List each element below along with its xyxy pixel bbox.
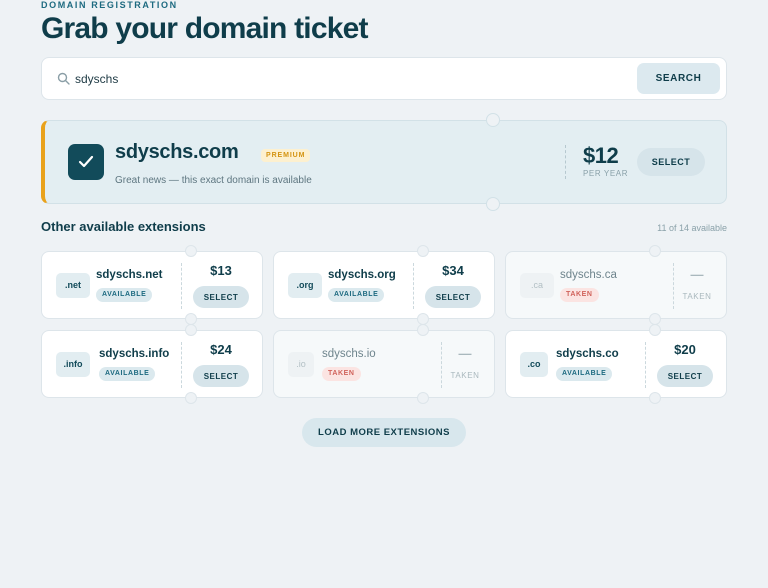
search-input[interactable] (75, 66, 595, 92)
premium-badge: PREMIUM (261, 149, 311, 162)
taken-label: TAKEN (450, 371, 480, 380)
extension-domain-name: sdyschs.net (96, 269, 163, 281)
tld-chip: .io (288, 352, 314, 377)
search-bar: SEARCH (41, 57, 727, 100)
ticket-notch-top (486, 113, 500, 127)
extension-price: — (458, 346, 472, 361)
search-icon (57, 72, 70, 85)
search-button[interactable]: SEARCH (637, 63, 720, 94)
extension-card-io: .io sdyschs.io TAKEN — TAKEN (273, 324, 495, 404)
status-badge: AVAILABLE (96, 288, 153, 302)
tld-chip: .co (520, 352, 548, 377)
card-notch (417, 392, 429, 404)
status-badge: AVAILABLE (99, 367, 156, 381)
featured-subtitle: Great news — this exact domain is availa… (115, 175, 312, 186)
card-divider (181, 263, 182, 309)
extension-domain-name: sdyschs.co (556, 348, 619, 360)
page-title: Grab your domain ticket (41, 12, 368, 45)
taken-label: TAKEN (682, 292, 712, 301)
card-notch (417, 245, 429, 257)
status-badge: TAKEN (322, 367, 361, 381)
extension-domain-name: sdyschs.ca (560, 269, 617, 281)
card-notch (185, 324, 197, 336)
extensions-heading: Other available extensions (41, 219, 206, 234)
extension-price: $20 (674, 342, 696, 357)
extension-price: $13 (210, 263, 232, 278)
ticket-notch-bottom (486, 197, 500, 211)
ticket-divider (565, 145, 566, 179)
card-notch (185, 245, 197, 257)
card-divider (413, 263, 414, 309)
extension-price: — (690, 267, 704, 282)
featured-domain-name: sdyschs.com (115, 141, 239, 163)
status-badge: AVAILABLE (328, 288, 385, 302)
card-notch (417, 324, 429, 336)
card-divider (645, 342, 646, 388)
extension-card-info: .info sdyschs.info AVAILABLE $24 SELECT (41, 324, 263, 404)
featured-domain-ticket: sdyschs.com PREMIUM Great news — this ex… (41, 113, 727, 211)
select-button[interactable]: SELECT (193, 286, 249, 308)
featured-select-button[interactable]: SELECT (637, 148, 705, 176)
extension-domain-name: sdyschs.io (322, 348, 376, 360)
checkmark-icon (68, 144, 104, 180)
load-more-button[interactable]: LOAD MORE EXTENSIONS (302, 418, 466, 447)
card-notch (649, 245, 661, 257)
page-eyebrow: DOMAIN REGISTRATION (41, 0, 178, 10)
tld-chip: .org (288, 273, 322, 298)
tld-chip: .net (56, 273, 90, 298)
extension-card-co: .co sdyschs.co AVAILABLE $20 SELECT (505, 324, 727, 404)
extension-domain-name: sdyschs.org (328, 269, 396, 281)
extension-price: $24 (210, 342, 232, 357)
select-button[interactable]: SELECT (193, 365, 249, 387)
status-badge: TAKEN (560, 288, 599, 302)
extension-domain-name: sdyschs.info (99, 348, 170, 360)
extension-card-org: .org sdyschs.org AVAILABLE $34 SELECT (273, 245, 495, 325)
extension-card-net: .net sdyschs.net AVAILABLE $13 SELECT (41, 245, 263, 325)
extension-card-ca: .ca sdyschs.ca TAKEN — TAKEN (505, 245, 727, 325)
status-badge: AVAILABLE (556, 367, 613, 381)
select-button[interactable]: SELECT (425, 286, 481, 308)
select-button[interactable]: SELECT (657, 365, 713, 387)
card-divider (181, 342, 182, 388)
extension-price: $34 (442, 263, 464, 278)
card-notch (185, 392, 197, 404)
card-notch (649, 392, 661, 404)
card-notch (649, 324, 661, 336)
extensions-count: 11 of 14 available (657, 223, 727, 233)
tld-chip: .ca (520, 273, 554, 298)
featured-period: PER YEAR (583, 169, 629, 178)
tld-chip: .info (56, 352, 90, 377)
featured-price: $12 (583, 143, 619, 168)
